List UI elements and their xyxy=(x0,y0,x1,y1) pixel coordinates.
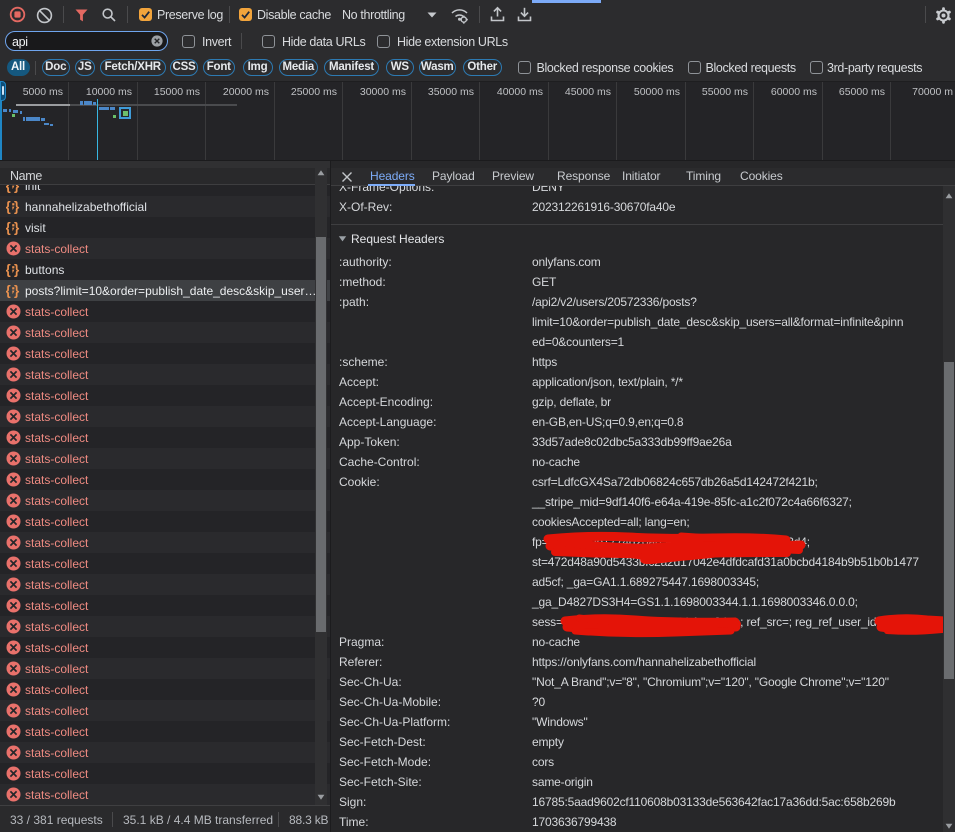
svg-text:}: } xyxy=(14,262,20,277)
svg-text:}: } xyxy=(14,185,20,193)
svg-text:{: { xyxy=(6,283,11,298)
svg-text:{: { xyxy=(6,262,11,277)
svg-text:}: } xyxy=(14,199,20,214)
svg-text:}: } xyxy=(14,283,20,298)
svg-text:{: { xyxy=(6,220,11,235)
svg-text:{: { xyxy=(6,185,11,193)
svg-text:}: } xyxy=(14,220,20,235)
svg-text:{: { xyxy=(6,199,11,214)
